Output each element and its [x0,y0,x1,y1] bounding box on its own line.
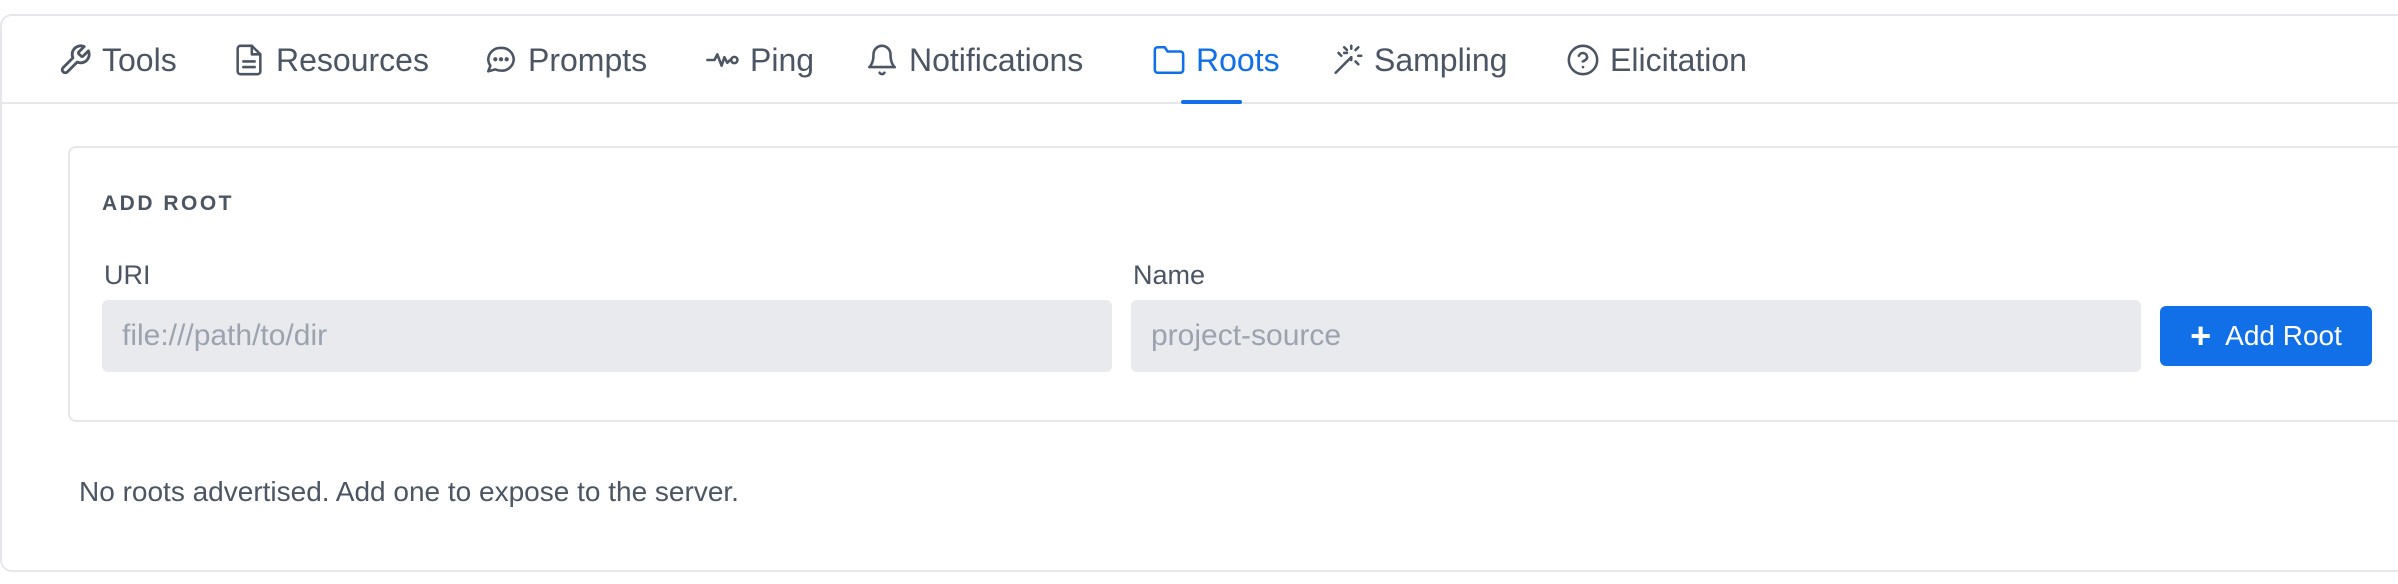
tab-roots[interactable]: Roots [1152,16,1280,104]
tab-label: Roots [1196,41,1280,78]
folder-icon [1153,45,1185,75]
tab-label: Sampling [1374,41,1508,78]
add-root-card: ADD ROOT URI Name + Add Root [68,146,2398,422]
uri-label: URI [104,260,151,290]
name-label: Name [1133,260,1206,290]
chat-bubble-icon [486,46,516,73]
tab-label: Ping [750,41,815,78]
tab-label: Elicitation [1610,41,1747,78]
empty-state-message: No roots advertised. Add one to expose t… [79,476,739,507]
add-root-button-label: Add Root [2225,320,2342,351]
question-circle-icon [1567,44,1599,76]
tab-ping[interactable]: Ping [706,16,814,104]
add-root-heading: ADD ROOT [102,192,234,215]
tab-prompts[interactable]: Prompts [484,16,647,104]
magic-wand-icon [1334,44,1363,75]
tab-label: Resources [276,41,429,78]
tab-bar: Tools Resources Prompts Ping Notificatio… [2,16,2398,104]
pulse-icon [706,53,739,67]
roots-panel: Tools Resources Prompts Ping Notificatio… [0,14,2398,572]
add-root-button[interactable]: + Add Root [2160,306,2372,366]
tab-sampling[interactable]: Sampling [1330,16,1507,104]
uri-input[interactable] [102,300,1112,372]
document-icon [236,44,262,76]
tab-tools[interactable]: Tools [58,16,177,104]
tab-notifications[interactable]: Notifications [865,16,1083,104]
active-tab-indicator [1181,100,1242,104]
tab-label: Tools [102,41,177,78]
bell-icon [867,44,897,76]
plus-icon: + [2190,315,2212,356]
wrench-icon [60,44,91,75]
tab-resources[interactable]: Resources [232,16,429,104]
tab-label: Notifications [909,41,1084,78]
tab-elicitation[interactable]: Elicitation [1566,16,1747,104]
name-input[interactable] [1131,300,2141,372]
tab-label: Prompts [528,41,648,78]
